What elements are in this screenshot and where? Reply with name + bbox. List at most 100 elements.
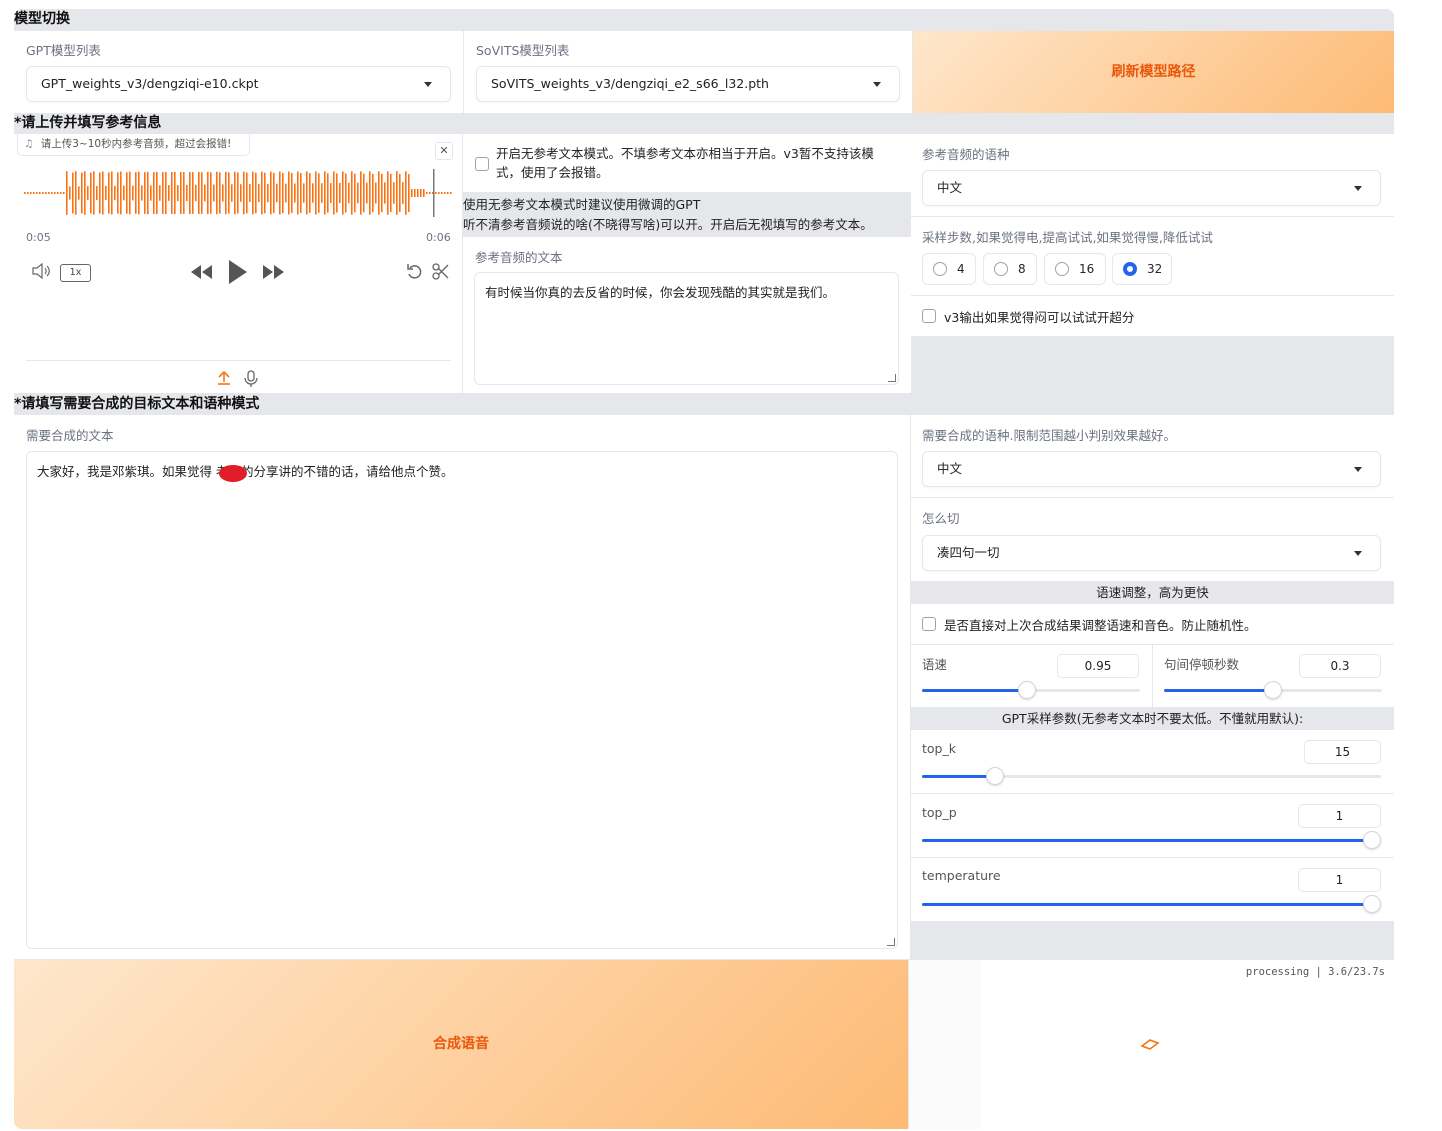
speed-slider-thumb[interactable] — [1017, 681, 1036, 699]
waveform-bar — [168, 185, 170, 201]
upload-icon[interactable] — [216, 370, 232, 390]
topk-number-input[interactable]: 15 — [1304, 740, 1381, 764]
steps-option-4[interactable]: 4 — [922, 253, 976, 285]
synthesize-button[interactable]: 合成语音 — [14, 960, 908, 1129]
speed-slider[interactable] — [922, 681, 1140, 699]
fast-forward-icon[interactable] — [262, 264, 286, 284]
waveform-bar — [33, 192, 35, 194]
ref-lang-dropdown[interactable]: 中文 — [922, 170, 1381, 206]
section-title-model-switch: 模型切换 — [14, 9, 1394, 29]
refresh-models-button[interactable]: 刷新模型路径 — [913, 31, 1394, 113]
waveform-bar — [252, 171, 254, 215]
waveform-bar — [270, 171, 272, 215]
microphone-icon[interactable] — [244, 370, 258, 391]
waveform-bar — [345, 173, 347, 213]
close-icon: ✕ — [439, 144, 449, 157]
target-lang-dropdown[interactable]: 中文 — [922, 451, 1381, 487]
pause-number-input[interactable]: 0.3 — [1299, 654, 1381, 678]
steps-option-16[interactable]: 16 — [1044, 253, 1106, 285]
output-audio-panel: processing | 3.6/23.7s — [909, 960, 1394, 1129]
waveform-bar — [375, 182, 377, 204]
no-ref-mode-checkbox[interactable] — [475, 157, 489, 171]
pause-label: 句间停顿秒数 — [1164, 657, 1240, 672]
superres-panel: v3输出如果觉得闷可以试试开超分 — [911, 296, 1394, 336]
pause-slider-thumb[interactable] — [1264, 681, 1282, 699]
waveform-bar — [141, 185, 143, 201]
topp-slider-thumb[interactable] — [1363, 831, 1381, 849]
gpt-model-dropdown[interactable]: GPT_weights_v3/dengziqi-e10.ckpt — [26, 66, 451, 102]
chevron-down-icon — [1354, 551, 1362, 556]
temperature-slider[interactable] — [922, 895, 1381, 913]
temperature-slider-thumb[interactable] — [1363, 895, 1381, 913]
scissors-icon[interactable] — [432, 263, 450, 285]
pause-slider[interactable] — [1164, 681, 1382, 699]
playhead-cursor[interactable] — [433, 169, 435, 217]
playback-speed-button[interactable]: 1x — [60, 264, 91, 282]
topp-number-input[interactable]: 1 — [1298, 804, 1381, 828]
time-total: 0:06 — [426, 231, 451, 244]
waveform-bar — [255, 172, 257, 214]
waveform-bar — [393, 182, 395, 204]
reset-icon[interactable] — [406, 263, 424, 285]
waveform-bar — [420, 189, 422, 197]
loading-spinner-icon — [1140, 1038, 1160, 1054]
no-ref-note-line2: 听不清参考音频说的啥(不晓得写啥)可以开。开启后无视填写的参考文本。 — [463, 217, 873, 232]
cut-dropdown[interactable]: 凑四句一切 — [922, 535, 1381, 571]
topp-slider[interactable] — [922, 831, 1381, 849]
waveform-bar — [180, 171, 182, 215]
adjust-checkbox[interactable] — [922, 617, 936, 631]
waveform-bar — [300, 173, 302, 213]
waveform-bar — [321, 183, 323, 203]
waveform-bar — [276, 183, 278, 203]
waveform-bar — [207, 171, 209, 215]
ref-lang-panel: 参考音频的语种 中文 — [911, 134, 1394, 216]
target-text-input[interactable]: 大家好，我是邓紫琪。如果觉得 老师的分享讲的不错的话，请给他点个赞。 — [26, 451, 898, 949]
volume-icon[interactable] — [31, 262, 51, 283]
resize-handle-icon[interactable] — [887, 938, 895, 946]
waveform-bar — [153, 172, 155, 214]
pause-slider-fill — [1164, 689, 1273, 692]
ref-text-input[interactable]: 有时候当你真的去反省的时候，你会发现残酷的其实就是我们。 — [474, 272, 899, 385]
resize-handle-icon[interactable] — [888, 374, 896, 382]
time-current: 0:05 — [26, 231, 51, 244]
waveform-bar — [225, 171, 227, 215]
no-ref-mode-panel: 开启无参考文本模式。不填参考文本亦相当于开启。v3暂不支持该模式，使用了会报错。 — [463, 134, 911, 192]
waveform-bar — [219, 172, 221, 214]
rewind-icon[interactable] — [190, 264, 214, 284]
steps-option-32[interactable]: 32 — [1112, 253, 1172, 285]
play-icon[interactable] — [228, 259, 248, 289]
waveform-bar — [162, 172, 164, 214]
waveform-bar — [294, 183, 296, 203]
waveform-bar — [249, 184, 251, 202]
steps-option-8[interactable]: 8 — [983, 253, 1037, 285]
topk-slider[interactable] — [922, 767, 1381, 785]
speed-slider-fill — [922, 689, 1027, 692]
waveform-bar — [318, 173, 320, 213]
waveform-bar — [282, 172, 284, 214]
waveform-bar — [129, 171, 131, 215]
waveform-bar — [147, 171, 149, 215]
ref-text-value: 有时候当你真的去反省的时候，你会发现残酷的其实就是我们。 — [485, 285, 836, 300]
speed-number-input[interactable]: 0.95 — [1057, 654, 1139, 678]
topk-slider-thumb[interactable] — [986, 767, 1005, 785]
chevron-down-icon — [424, 82, 432, 87]
superres-checkbox[interactable] — [922, 309, 936, 323]
waveform-bar — [144, 172, 146, 214]
waveform-bar — [120, 171, 122, 215]
waveform[interactable] — [24, 169, 452, 219]
clear-audio-button[interactable]: ✕ — [435, 142, 453, 160]
waveform-bar — [216, 171, 218, 215]
temperature-number-input[interactable]: 1 — [1298, 868, 1381, 892]
section-title-reference: *请上传并填写参考信息 — [14, 113, 1394, 133]
gpt-model-value: GPT_weights_v3/dengziqi-e10.ckpt — [41, 76, 259, 91]
no-ref-mode-label: 开启无参考文本模式。不填参考文本亦相当于开启。v3暂不支持该模式，使用了会报错。 — [496, 146, 874, 180]
waveform-bar — [81, 172, 83, 214]
waveform-bar — [246, 172, 248, 214]
waveform-bar — [339, 182, 341, 204]
waveform-bar — [126, 172, 128, 214]
waveform-bar — [267, 183, 269, 203]
waveform-bar — [87, 186, 89, 200]
waveform-bar — [291, 172, 293, 214]
sovits-model-dropdown[interactable]: SoVITS_weights_v3/dengziqi_e2_s66_l32.pt… — [476, 66, 900, 102]
ref-lang-value: 中文 — [937, 180, 963, 195]
